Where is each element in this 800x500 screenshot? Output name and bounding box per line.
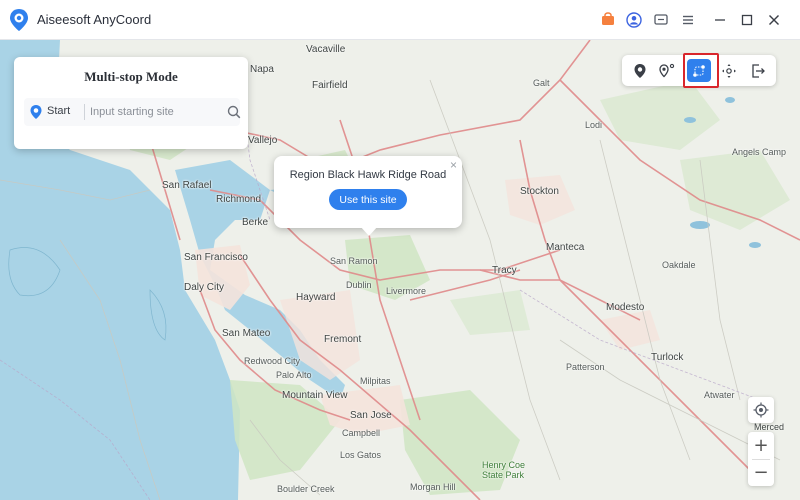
- map-label: Vallejo: [248, 135, 278, 146]
- starting-site-input[interactable]: [90, 102, 220, 122]
- map-label: Tracy: [492, 265, 517, 276]
- menu-icon[interactable]: [679, 11, 697, 29]
- maximize-icon[interactable]: [738, 11, 756, 29]
- map-label: Fairfield: [312, 80, 348, 91]
- multi-stop-panel: Multi-stop Mode Start: [14, 57, 248, 149]
- minimize-icon[interactable]: [711, 11, 729, 29]
- popup-title: Region Black Hawk Ridge Road: [289, 169, 447, 181]
- map-label: Mountain View: [282, 390, 348, 401]
- map-label: State Park: [482, 470, 525, 480]
- map-label: San Ramon: [330, 256, 378, 266]
- map-label: Campbell: [342, 428, 381, 438]
- close-icon[interactable]: [765, 11, 783, 29]
- map-label: Lodi: [585, 120, 603, 130]
- map-label: Daly City: [184, 282, 225, 293]
- map-label: Angels Camp: [732, 147, 787, 157]
- multi-stop-mode-icon[interactable]: [687, 59, 711, 82]
- map-label: Redwood City: [244, 356, 301, 366]
- map-label: San Rafael: [162, 180, 212, 191]
- locate-button[interactable]: [748, 397, 774, 423]
- map-label: Dublin: [346, 280, 372, 290]
- cart-icon[interactable]: [599, 11, 617, 29]
- map-label: Vacaville: [306, 44, 346, 55]
- modify-location-icon[interactable]: [628, 59, 652, 82]
- exit-icon[interactable]: [746, 59, 770, 82]
- map-label: San Jose: [350, 410, 392, 421]
- map-label: Morgan Hill: [410, 482, 456, 492]
- map-label: Fremont: [324, 334, 362, 345]
- map-label: Los Gatos: [340, 450, 382, 460]
- joystick-mode-icon[interactable]: [717, 59, 741, 82]
- start-row: Start: [24, 98, 241, 126]
- map-label: San Francisco: [184, 252, 248, 263]
- map-label: Manteca: [546, 242, 585, 253]
- zoom-out-button[interactable]: −: [748, 459, 774, 486]
- map-label: San Mateo: [222, 328, 271, 339]
- map-label: Richmond: [216, 194, 262, 205]
- map-label: Modesto: [606, 302, 645, 313]
- map-label: Livermore: [386, 286, 427, 296]
- feedback-icon[interactable]: [652, 11, 670, 29]
- zoom-in-button[interactable]: +: [748, 432, 774, 459]
- app-title: Aiseesoft AnyCoord: [37, 12, 152, 27]
- popup-pointer: [360, 226, 378, 236]
- zoom-controls: + −: [748, 432, 774, 486]
- map-label: Stockton: [520, 186, 559, 197]
- start-label: Start: [47, 105, 71, 117]
- use-this-site-button[interactable]: Use this site: [329, 189, 407, 210]
- map-label: Henry Coe: [482, 460, 526, 470]
- app-logo-icon: [10, 9, 28, 31]
- divider: [84, 104, 85, 120]
- location-popup: × Region Black Hawk Ridge Road Use this …: [274, 156, 462, 236]
- search-icon[interactable]: [227, 105, 241, 119]
- map-label: Napa: [250, 64, 274, 75]
- locate-icon: [753, 402, 769, 418]
- map-label: Palo Alto: [276, 370, 312, 380]
- map-label: Turlock: [651, 352, 684, 363]
- map-label: Galt: [533, 78, 550, 88]
- start-pin-icon: [30, 105, 42, 119]
- map-label: Hayward: [296, 292, 336, 303]
- map-label: Oakdale: [662, 260, 696, 270]
- map-label: Boulder Creek: [277, 484, 335, 494]
- map-label: Milpitas: [360, 376, 391, 386]
- one-stop-mode-icon[interactable]: [655, 59, 679, 82]
- map-label: Atwater: [704, 390, 735, 400]
- user-icon[interactable]: [625, 11, 643, 29]
- mode-toolbar: [622, 55, 776, 86]
- map-label: Merced: [754, 422, 785, 432]
- panel-title: Multi-stop Mode: [84, 69, 178, 84]
- map-label: Berke: [242, 217, 269, 228]
- title-bar: Aiseesoft AnyCoord: [0, 0, 800, 40]
- map-label: Patterson: [566, 362, 605, 372]
